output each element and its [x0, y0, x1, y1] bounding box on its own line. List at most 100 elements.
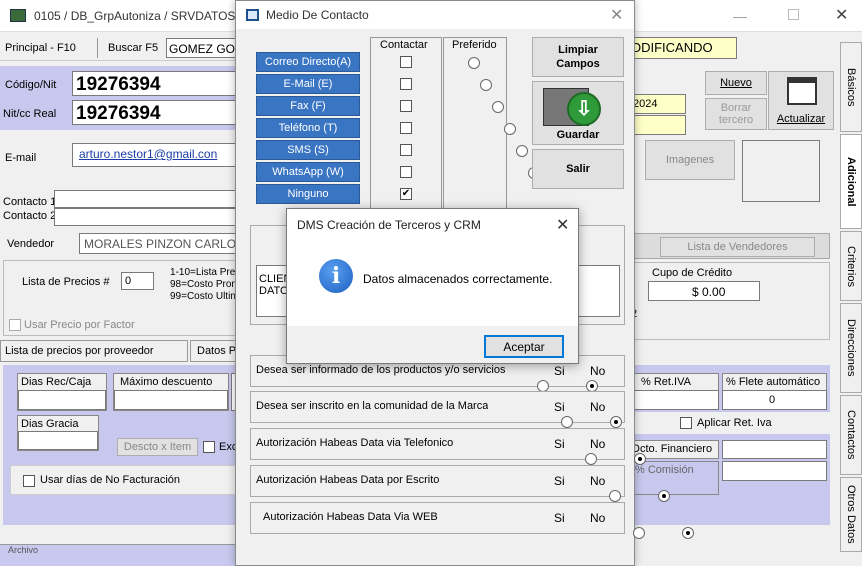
tab-contactos[interactable]: Contactos — [840, 395, 862, 475]
contactar-checkbox[interactable] — [400, 78, 412, 90]
no-radio[interactable] — [682, 527, 694, 539]
preferido-radio[interactable] — [468, 57, 480, 69]
tab-direcciones[interactable]: Direcciones — [840, 303, 862, 393]
fecha-field[interactable]: 2024 — [630, 94, 686, 114]
cupo-credito-input[interactable]: $ 0.00 — [648, 281, 760, 301]
principal-tab[interactable]: Principal - F10 — [5, 42, 76, 54]
si-label: Si — [554, 511, 565, 525]
contacto2-label: Contacto 2 — [3, 210, 57, 222]
lista-precios-input[interactable]: 0 — [121, 272, 154, 290]
channel-button[interactable]: WhatsApp (W) — [256, 162, 360, 182]
contactar-checkbox[interactable] — [400, 144, 412, 156]
dialog-app-icon — [246, 9, 259, 21]
email-input[interactable]: arturo.nestor1@gmail.con — [72, 143, 250, 167]
limpiar-campos-button[interactable]: Limpiar Campos — [532, 37, 624, 77]
medio-title-bar: Medio De Contacto ✕ — [236, 1, 634, 29]
tab-adicional[interactable]: Adicional — [840, 134, 862, 229]
minimize-icon[interactable]: — — [733, 8, 747, 24]
imagenes-button[interactable]: Imagenes — [645, 140, 735, 180]
borrar-button[interactable]: Borrar tercero — [705, 98, 767, 130]
channel-button[interactable]: SMS (S) — [256, 140, 360, 160]
buscar-label[interactable]: Buscar F5 — [108, 42, 158, 54]
contactar-checkbox[interactable]: ✔ — [400, 188, 412, 200]
email-label: E-mail — [5, 152, 37, 164]
aplicar-ret-checkbox[interactable] — [680, 417, 692, 429]
descto-item-button[interactable]: Descto x Item — [117, 438, 198, 456]
maximize-icon[interactable] — [788, 9, 799, 20]
usar-precio-label: Usar Precio por Factor — [24, 319, 135, 331]
channel-button[interactable]: Ninguno — [256, 184, 360, 204]
main-window-title: 0105 / DB_GrpAutoniza / SRVDATOS — [34, 9, 236, 23]
dias-gracia-input[interactable] — [18, 431, 98, 450]
info-icon: i — [319, 259, 353, 293]
dias-rec-input[interactable] — [18, 390, 106, 410]
dcto-financiero-input[interactable] — [722, 440, 827, 459]
contactar-checkbox[interactable] — [400, 166, 412, 178]
contactar-checkbox[interactable] — [400, 100, 412, 112]
channel-button[interactable]: E-Mail (E) — [256, 74, 360, 94]
calendar-icon — [787, 77, 817, 105]
question-label: Autorización Habeas Data Via WEB — [263, 511, 438, 523]
no-label: No — [590, 364, 606, 378]
preferido-radio[interactable] — [516, 145, 528, 157]
vendedor-input[interactable]: MORALES PINZON CARLO — [79, 233, 250, 254]
flete-header: % Flete automático — [722, 373, 827, 391]
nitcc-input[interactable]: 19276394 — [72, 100, 250, 125]
usar-precio-checkbox[interactable] — [9, 319, 21, 331]
preferido-header: Preferido — [452, 39, 497, 51]
preferido-radio[interactable] — [480, 79, 492, 91]
no-radio[interactable] — [634, 453, 646, 465]
lista-vendedores-button[interactable]: Lista de Vendedores — [660, 237, 815, 257]
contactar-checkbox[interactable] — [400, 122, 412, 134]
modificando-field: ODIFICANDO — [630, 37, 737, 59]
comision-input[interactable] — [722, 461, 827, 481]
excl-checkbox[interactable] — [203, 441, 215, 453]
no-radio[interactable] — [610, 416, 622, 428]
preferido-radio[interactable] — [492, 101, 504, 113]
codigo-input[interactable]: 19276394 — [72, 71, 250, 96]
usar-dias-checkbox[interactable] — [23, 475, 35, 487]
salir-button[interactable]: Salir — [532, 149, 624, 189]
lista-hint-1: 1-10=Lista Pre — [170, 267, 236, 278]
usar-dias-label: Usar días de No Facturación — [40, 474, 181, 486]
nuevo-button[interactable]: Nuevo — [705, 71, 767, 95]
main-close-icon[interactable]: ✕ — [835, 5, 848, 25]
si-radio[interactable] — [585, 453, 597, 465]
lista-precios-label: Lista de Precios # — [22, 276, 110, 288]
lista-hint-3: 99=Costo Ultin — [170, 291, 236, 302]
ret-iva-input[interactable] — [632, 390, 719, 410]
tab-otros-datos[interactable]: Otros Datos — [840, 477, 862, 552]
contacto1-label: Contacto 1 — [3, 196, 57, 208]
flete-input[interactable]: 0 — [722, 390, 827, 410]
actualizar-button[interactable]: Actualizar — [768, 71, 834, 130]
msgbox-message: Datos almacenados correctamente. — [363, 272, 553, 286]
no-radio[interactable] — [658, 490, 670, 502]
no-label: No — [590, 511, 606, 525]
contactar-checkbox[interactable] — [400, 56, 412, 68]
lista-proveedor-tab[interactable]: Lista de precios por proveedor — [0, 340, 188, 362]
guardar-button[interactable]: ⇩ Guardar — [532, 81, 624, 145]
fecha-field-2[interactable] — [630, 115, 686, 135]
medio-close-icon[interactable]: ✕ — [610, 5, 623, 25]
si-label: Si — [554, 437, 565, 451]
no-label: No — [590, 474, 606, 488]
lista-hint-2: 98=Costo Pror — [170, 279, 235, 290]
maximo-desc-input[interactable] — [114, 390, 228, 410]
si-radio[interactable] — [609, 490, 621, 502]
channel-button[interactable]: Teléfono (T) — [256, 118, 360, 138]
si-label: Si — [554, 400, 565, 414]
question-label: Desea ser informado de los productos y/o… — [256, 364, 506, 376]
contacto2-input[interactable] — [54, 208, 250, 226]
tab-basicos[interactable]: Básicos — [840, 42, 862, 132]
tab-criterios[interactable]: Criterios — [840, 231, 862, 301]
medio-title: Medio De Contacto — [266, 8, 369, 22]
aceptar-button[interactable]: Aceptar — [484, 335, 564, 358]
channel-button[interactable]: Fax (F) — [256, 96, 360, 116]
preferido-radio[interactable] — [504, 123, 516, 135]
msgbox-title: DMS Creación de Terceros y CRM — [297, 218, 481, 232]
contacto1-input[interactable] — [54, 190, 250, 208]
msgbox-close-icon[interactable]: ✕ — [556, 215, 569, 235]
si-radio[interactable] — [633, 527, 645, 539]
channel-button[interactable]: Correo Directo(A) — [256, 52, 360, 72]
si-radio[interactable] — [561, 416, 573, 428]
